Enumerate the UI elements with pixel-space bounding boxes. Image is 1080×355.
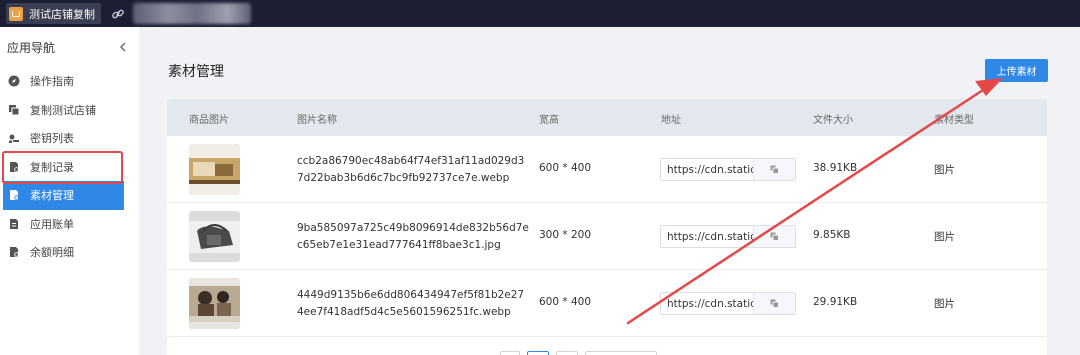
annotation-highlight-box (2, 151, 123, 184)
sidebar-item-copy-store[interactable]: 复制测试店铺 (0, 96, 139, 125)
copy-icon[interactable] (753, 159, 795, 180)
pagination-page-button[interactable] (527, 351, 549, 355)
file-name: 4449d9135b6e6dd806434947ef5f81b2e274ee7f… (297, 289, 525, 318)
column-header: 文件大小 (813, 115, 853, 126)
sidebar-item-label: 素材管理 (30, 189, 74, 203)
file-name: ccb2a86790ec48ab64f74ef31af11ad029d37d22… (297, 155, 525, 184)
table-header: 商品图片 图片名称 宽高 地址 文件大小 素材类型 (167, 99, 1047, 136)
chevron-left-icon[interactable] (117, 41, 129, 53)
blurred-store-url (133, 3, 251, 24)
table-row: 9ba585097a725c49b8096914de832b56d7ec65eb… (167, 203, 1047, 270)
material-icon (8, 189, 20, 201)
key-icon (8, 132, 20, 144)
url-field[interactable]: https://cdn.static (660, 292, 796, 315)
material-type: 图片 (934, 231, 955, 243)
sidebar-title: 应用导航 (7, 40, 56, 55)
product-thumbnail[interactable] (189, 278, 240, 329)
compass-icon (8, 75, 20, 87)
product-thumbnail[interactable] (189, 211, 240, 262)
table-row: 4449d9135b6e6dd806434947ef5f81b2e274ee7f… (167, 270, 1047, 337)
store-logo-icon (9, 6, 23, 21)
image-dimensions: 600 * 400 (539, 296, 592, 308)
sidebar-item-label: 复制测试店铺 (30, 103, 96, 117)
material-type: 图片 (934, 298, 955, 310)
link-icon[interactable] (111, 7, 125, 21)
image-dimensions: 600 * 400 (539, 162, 592, 174)
copy-icon[interactable] (753, 226, 795, 247)
url-text: https://cdn.static (667, 163, 753, 176)
store-name: 测试店铺复制 (29, 7, 95, 21)
balance-icon (8, 246, 20, 258)
url-field[interactable]: https://cdn.static (660, 158, 796, 181)
bill-icon (8, 218, 20, 230)
store-switcher[interactable]: 测试店铺复制 (6, 3, 101, 24)
url-text: https://cdn.static (667, 230, 753, 243)
column-header: 商品图片 (189, 115, 229, 126)
pagination-prev-button[interactable] (500, 351, 520, 355)
file-size: 38.91KB (813, 162, 858, 174)
page-title: 素材管理 (168, 64, 224, 80)
pagination-next-button[interactable] (556, 351, 578, 355)
url-text: https://cdn.static (667, 297, 753, 310)
image-dimensions: 300 * 200 (539, 229, 592, 241)
sidebar-item-bills[interactable]: 应用账单 (0, 210, 139, 239)
sidebar: 应用导航 操作指南 复制测试店铺 密钥列表 复制记录 素材管理 应用账单 余额明… (0, 27, 139, 355)
file-name: 9ba585097a725c49b8096914de832b56d7ec65eb… (297, 222, 529, 251)
sidebar-item-materials[interactable]: 素材管理 (3, 181, 124, 210)
sidebar-item-label: 余额明细 (30, 246, 74, 260)
file-size: 9.85KB (813, 229, 851, 241)
file-size: 29.91KB (813, 296, 858, 308)
page-size-select[interactable] (585, 351, 657, 355)
column-header: 图片名称 (297, 115, 337, 126)
sidebar-item-label: 密钥列表 (30, 132, 74, 146)
copy-icon[interactable] (753, 293, 795, 314)
sidebar-item-label: 操作指南 (30, 75, 74, 89)
top-bar: 测试店铺复制 (0, 0, 1080, 27)
sidebar-item-guide[interactable]: 操作指南 (0, 67, 139, 96)
material-type: 图片 (934, 164, 955, 176)
material-table: 商品图片 图片名称 宽高 地址 文件大小 素材类型 ccb2a86790ec48… (167, 99, 1047, 355)
copy-store-icon (8, 104, 20, 116)
url-field[interactable]: https://cdn.static (660, 225, 796, 248)
column-header: 地址 (661, 115, 681, 126)
sidebar-header: 应用导航 (0, 27, 139, 67)
sidebar-item-label: 应用账单 (30, 217, 74, 231)
upload-material-button[interactable]: 上传素材 (985, 59, 1048, 82)
column-header: 宽高 (539, 115, 559, 126)
sidebar-item-keys[interactable]: 密钥列表 (0, 124, 139, 153)
sidebar-item-balance[interactable]: 余额明细 (0, 238, 139, 267)
column-header: 素材类型 (934, 115, 974, 126)
table-row: ccb2a86790ec48ab64f74ef31af11ad029d37d22… (167, 136, 1047, 203)
product-thumbnail[interactable] (189, 144, 240, 195)
